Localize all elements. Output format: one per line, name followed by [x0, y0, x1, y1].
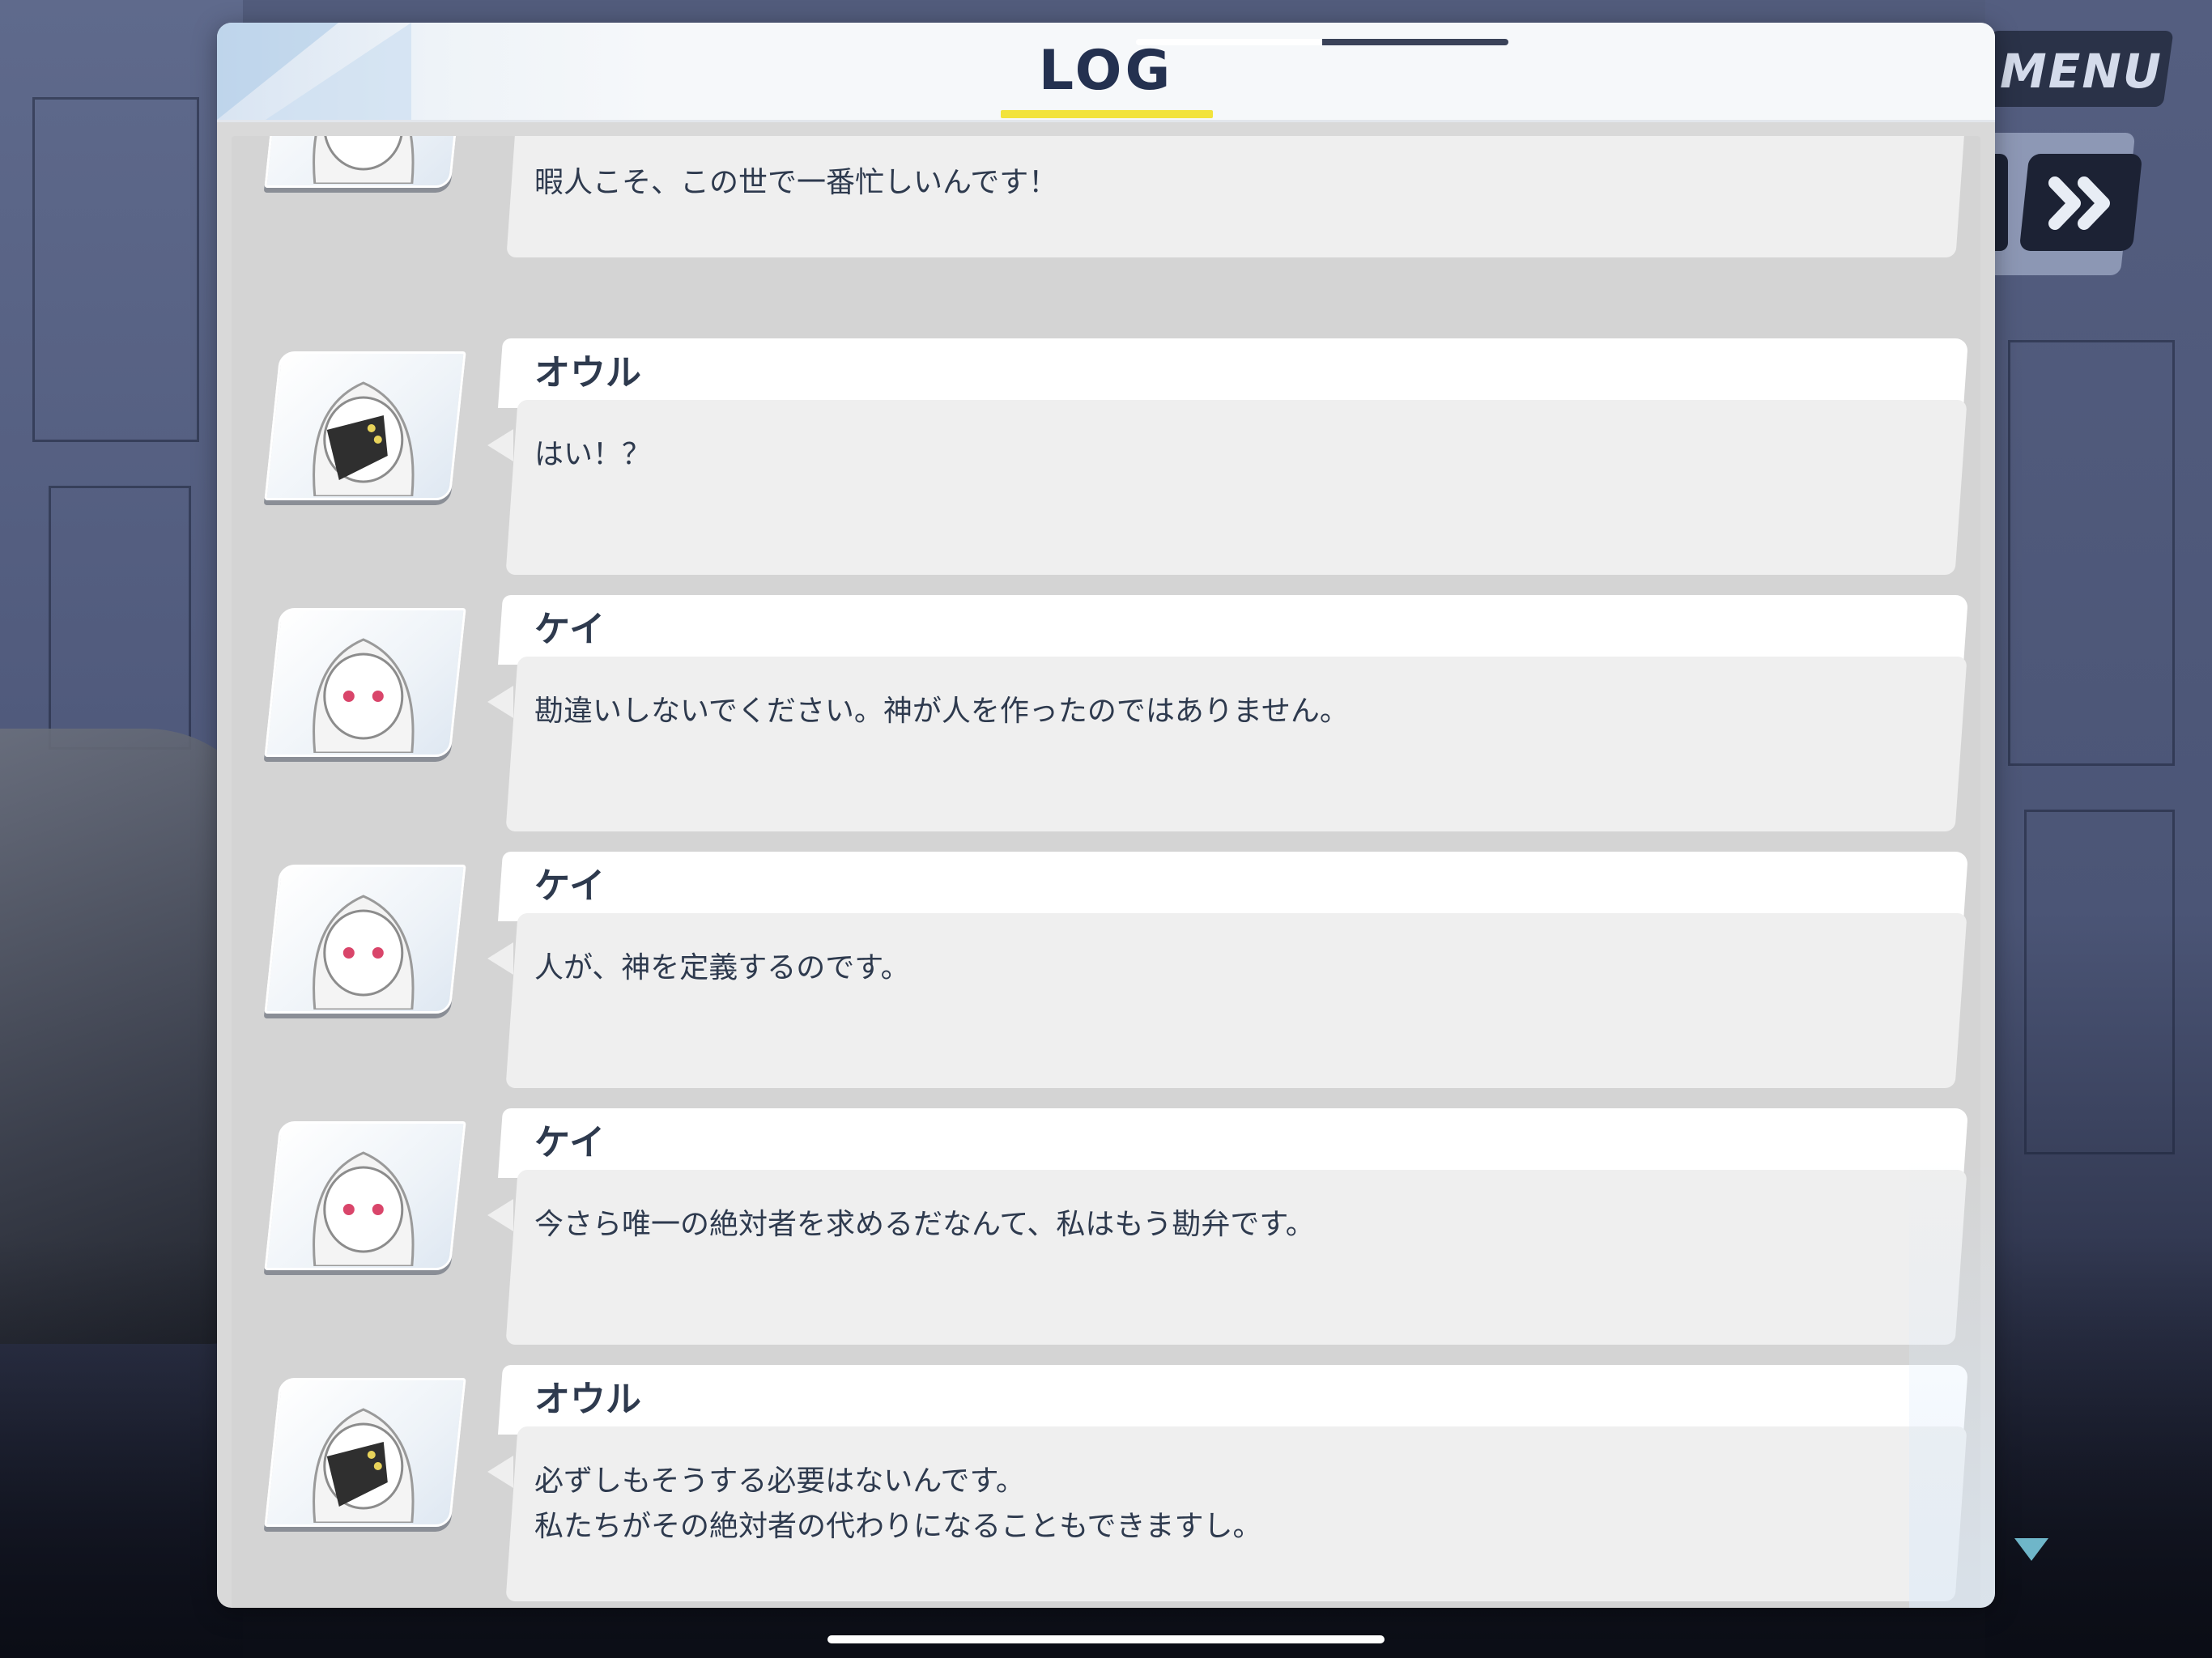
background-panel: [49, 486, 191, 750]
speaker-name: ケイ: [534, 609, 606, 650]
background-panel: [32, 97, 199, 442]
message-bubble-tail: [487, 1456, 513, 1488]
avatar-kei: [264, 608, 466, 757]
message-bubble: [505, 400, 1967, 575]
scroll-down-indicator-icon: [2014, 1538, 2048, 1561]
speaker-name: ケイ: [534, 1122, 606, 1163]
log-entry: オウル はい！？: [232, 338, 1980, 581]
background-panel: [2024, 810, 2175, 1154]
menu-button-label[interactable]: MENU: [2000, 39, 2162, 104]
message-text: 人が、神を定義するのです。: [534, 951, 910, 984]
message-text: はい！？: [534, 438, 652, 471]
avatar-kei: [264, 136, 466, 188]
message-bubble-tail: [487, 429, 513, 461]
message-bubble-tail: [487, 1199, 513, 1231]
avatar-owl: [264, 1378, 466, 1527]
speaker-name-bar: [497, 338, 1969, 408]
avatar-owl: [264, 351, 466, 500]
log-list[interactable]: 暇人こそ、この世で一番忙しいんです！ オウル はい！？ ケイ 勘違いしないでくだ…: [232, 136, 1980, 1608]
speaker-name-bar: [497, 595, 1969, 665]
kei-portrait-icon: [313, 895, 415, 1010]
log-entry: ケイ 人が、神を定義するのです。: [232, 852, 1980, 1095]
header-divider: [217, 120, 1995, 122]
log-entry: オウル 必ずしもそうする必要はないんです。 私たちがその絶対者の代わりになること…: [232, 1365, 1980, 1608]
home-indicator[interactable]: [827, 1635, 1385, 1643]
message-bubble: [505, 913, 1967, 1088]
kei-portrait-icon: [313, 638, 415, 753]
speaker-name-bar: [497, 1108, 1969, 1178]
message-text: 必ずしもそうする必要はないんです。 私たちがその絶対者の代わりになることもできま…: [534, 1465, 1262, 1543]
avatar-kei: [264, 865, 466, 1014]
fast-forward-icon[interactable]: [2037, 167, 2126, 240]
dialog-title: LOG: [1038, 39, 1174, 103]
speaker-name: オウル: [534, 1379, 641, 1420]
background-panel: [2008, 340, 2175, 766]
owl-portrait-icon: [313, 1408, 415, 1523]
speaker-name-bar: [497, 1365, 1969, 1435]
speaker-name: ケイ: [534, 865, 606, 907]
message-bubble: [505, 657, 1967, 831]
kei-portrait-icon: [313, 136, 415, 184]
kei-portrait-icon: [313, 1151, 415, 1266]
log-dialog: LOG 暇人こそ、この世で一番忙しいんです！ オウル はい！？ ケイ 勘違いしな…: [217, 23, 1995, 1608]
owl-portrait-icon: [313, 381, 415, 496]
message-text: 勘違いしないでください。神が人を作ったのではありません。: [534, 695, 1349, 728]
avatar-kei: [264, 1121, 466, 1270]
message-text: 暇人こそ、この世で一番忙しいんです！: [534, 166, 1058, 199]
message-bubble-tail: [487, 942, 513, 975]
title-underline: [1001, 110, 1213, 118]
log-entry: ケイ 勘違いしないでください。神が人を作ったのではありません。: [232, 595, 1980, 838]
speaker-name-bar: [497, 852, 1969, 921]
log-entry: ケイ 今さら唯一の絶対者を求めるだなんて、私はもう勘弁です。: [232, 1108, 1980, 1351]
message-bubble-tail: [487, 686, 513, 718]
message-text: 今さら唯一の絶対者を求めるだなんて、私はもう勘弁です。: [534, 1208, 1315, 1241]
speaker-name: オウル: [534, 352, 641, 393]
message-bubble: [505, 1170, 1967, 1345]
